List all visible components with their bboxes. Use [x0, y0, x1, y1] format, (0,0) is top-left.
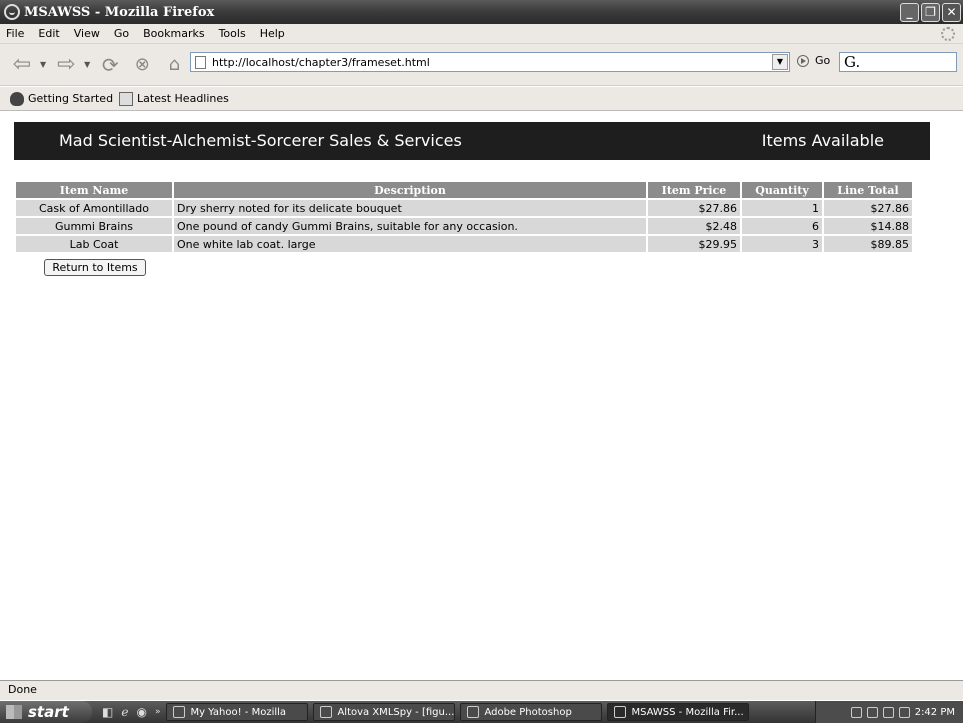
system-tray: 2:42 PM [815, 701, 963, 723]
back-dropdown-icon[interactable]: ▼ [40, 60, 46, 69]
address-bar[interactable]: http://localhost/chapter3/frameset.html … [190, 52, 790, 72]
table-row: Gummi Brains One pound of candy Gummi Br… [16, 218, 912, 234]
show-desktop-icon[interactable]: ◧ [102, 705, 113, 719]
minimize-button[interactable]: _ [900, 3, 919, 22]
reload-icon[interactable]: ⟳ [96, 51, 124, 79]
task-label: Altova XMLSpy - [figu... [337, 706, 455, 718]
throbber-icon [941, 27, 955, 41]
tray-language-icon[interactable] [882, 706, 894, 718]
col-line-total: Line Total [824, 182, 912, 198]
clock: 2:42 PM [914, 706, 955, 718]
bookmark-latest-headlines[interactable]: Latest Headlines [119, 91, 229, 106]
price-cell: $27.86 [648, 200, 740, 216]
return-to-items-button[interactable]: Return to Items [44, 259, 146, 276]
task-label: My Yahoo! - Mozilla [190, 706, 287, 718]
line-total-cell: $27.86 [824, 200, 912, 216]
store-title: Mad Scientist-Alchemist-Sorcerer Sales &… [59, 131, 462, 150]
quantity-cell: 3 [742, 236, 822, 252]
menu-go[interactable]: Go [114, 27, 129, 40]
close-button[interactable]: ✕ [942, 3, 961, 22]
col-quantity: Quantity [742, 182, 822, 198]
photoshop-task-icon [467, 706, 480, 718]
page-content: Mad Scientist-Alchemist-Sorcerer Sales &… [6, 112, 963, 678]
task-msawss[interactable]: MSAWSS - Mozilla Fir... [607, 703, 750, 721]
col-description: Description [174, 182, 646, 198]
forward-dropdown-icon[interactable]: ▼ [84, 60, 90, 69]
firefox-quicklaunch-icon[interactable]: ◉ [136, 705, 146, 719]
task-label: MSAWSS - Mozilla Fir... [631, 706, 744, 718]
rss-icon [119, 91, 134, 106]
task-xmlspy[interactable]: Altova XMLSpy - [figu... [313, 703, 456, 721]
quick-launch: ◧ ℯ ◉ » [102, 705, 160, 719]
menu-edit[interactable]: Edit [38, 27, 59, 40]
menu-view[interactable]: View [74, 27, 100, 40]
description-cell: One pound of candy Gummi Brains, suitabl… [174, 218, 646, 234]
tray-network-icon[interactable] [866, 706, 878, 718]
status-bar: Done [0, 680, 963, 700]
search-input[interactable]: G. [839, 52, 957, 72]
task-photoshop[interactable]: Adobe Photoshop [460, 703, 603, 721]
menu-file[interactable]: File [6, 27, 24, 40]
header-banner: Mad Scientist-Alchemist-Sorcerer Sales &… [14, 122, 930, 160]
menu-bar: File Edit View Go Bookmarks Tools Help [0, 24, 963, 44]
price-cell: $29.95 [648, 236, 740, 252]
line-total-cell: $14.88 [824, 218, 912, 234]
quantity-cell: 6 [742, 218, 822, 234]
tray-volume-icon[interactable] [898, 706, 910, 718]
xmlspy-task-icon [320, 706, 333, 718]
maximize-button[interactable]: ❐ [921, 3, 940, 22]
go-icon [797, 54, 809, 67]
menu-tools[interactable]: Tools [219, 27, 246, 40]
chevron-right-icon[interactable]: » [155, 707, 161, 717]
col-item-name: Item Name [16, 182, 172, 198]
back-arrow-icon[interactable]: ⇦ [8, 51, 36, 79]
page-icon [195, 55, 206, 69]
navigation-toolbar: ⇦ ▼ ⇨ ▼ ⟳ ⊗ ⌂ http://localhost/chapter3/… [0, 44, 963, 86]
internet-explorer-icon[interactable]: ℯ [121, 705, 128, 719]
menu-bookmarks[interactable]: Bookmarks [143, 27, 204, 40]
taskbar: start ◧ ℯ ◉ » My Yahoo! - Mozilla Altova… [0, 701, 963, 723]
start-label: start [28, 703, 69, 721]
item-name-cell: Lab Coat [16, 236, 172, 252]
table-row: Cask of Amontillado Dry sherry noted for… [16, 200, 912, 216]
item-name-cell: Cask of Amontillado [16, 200, 172, 216]
firefox-task-icon [614, 706, 627, 718]
mozilla-task-icon [173, 706, 186, 718]
task-my-yahoo[interactable]: My Yahoo! - Mozilla [166, 703, 309, 721]
price-cell: $2.48 [648, 218, 740, 234]
bookmark-label: Latest Headlines [137, 92, 229, 105]
table-row: Lab Coat One white lab coat. large $29.9… [16, 236, 912, 252]
menu-help[interactable]: Help [260, 27, 285, 40]
go-label: Go [815, 54, 831, 67]
forward-arrow-icon[interactable]: ⇨ [52, 51, 80, 79]
window-controls: _ ❐ ✕ [900, 3, 961, 22]
go-button[interactable]: Go [797, 54, 830, 67]
stop-icon[interactable]: ⊗ [128, 51, 156, 79]
items-table: Item Name Description Item Price Quantit… [14, 180, 914, 254]
chevron-down-icon[interactable]: ▼ [772, 54, 788, 70]
items-available-link[interactable]: Items Available [762, 131, 884, 150]
start-button[interactable]: start [0, 701, 92, 723]
description-cell: Dry sherry noted for its delicate bouque… [174, 200, 646, 216]
bookmark-label: Getting Started [28, 92, 114, 105]
windows-logo-icon [6, 705, 22, 719]
bookmark-getting-started[interactable]: Getting Started [10, 91, 114, 106]
tray-back-icon[interactable] [850, 706, 862, 718]
task-label: Adobe Photoshop [484, 706, 572, 718]
bookmarks-toolbar: Getting Started Latest Headlines [0, 87, 963, 111]
quantity-cell: 1 [742, 200, 822, 216]
home-icon[interactable]: ⌂ [160, 51, 188, 79]
firefox-app-icon [4, 4, 20, 20]
getting-started-icon [10, 91, 24, 106]
table-header-row: Item Name Description Item Price Quantit… [16, 182, 912, 198]
line-total-cell: $89.85 [824, 236, 912, 252]
item-name-cell: Gummi Brains [16, 218, 172, 234]
address-url[interactable]: http://localhost/chapter3/frameset.html [212, 56, 772, 69]
window-titlebar: MSAWSS - Mozilla Firefox _ ❐ ✕ [0, 0, 963, 24]
description-cell: One white lab coat. large [174, 236, 646, 252]
window-title: MSAWSS - Mozilla Firefox [24, 4, 215, 20]
col-item-price: Item Price [648, 182, 740, 198]
